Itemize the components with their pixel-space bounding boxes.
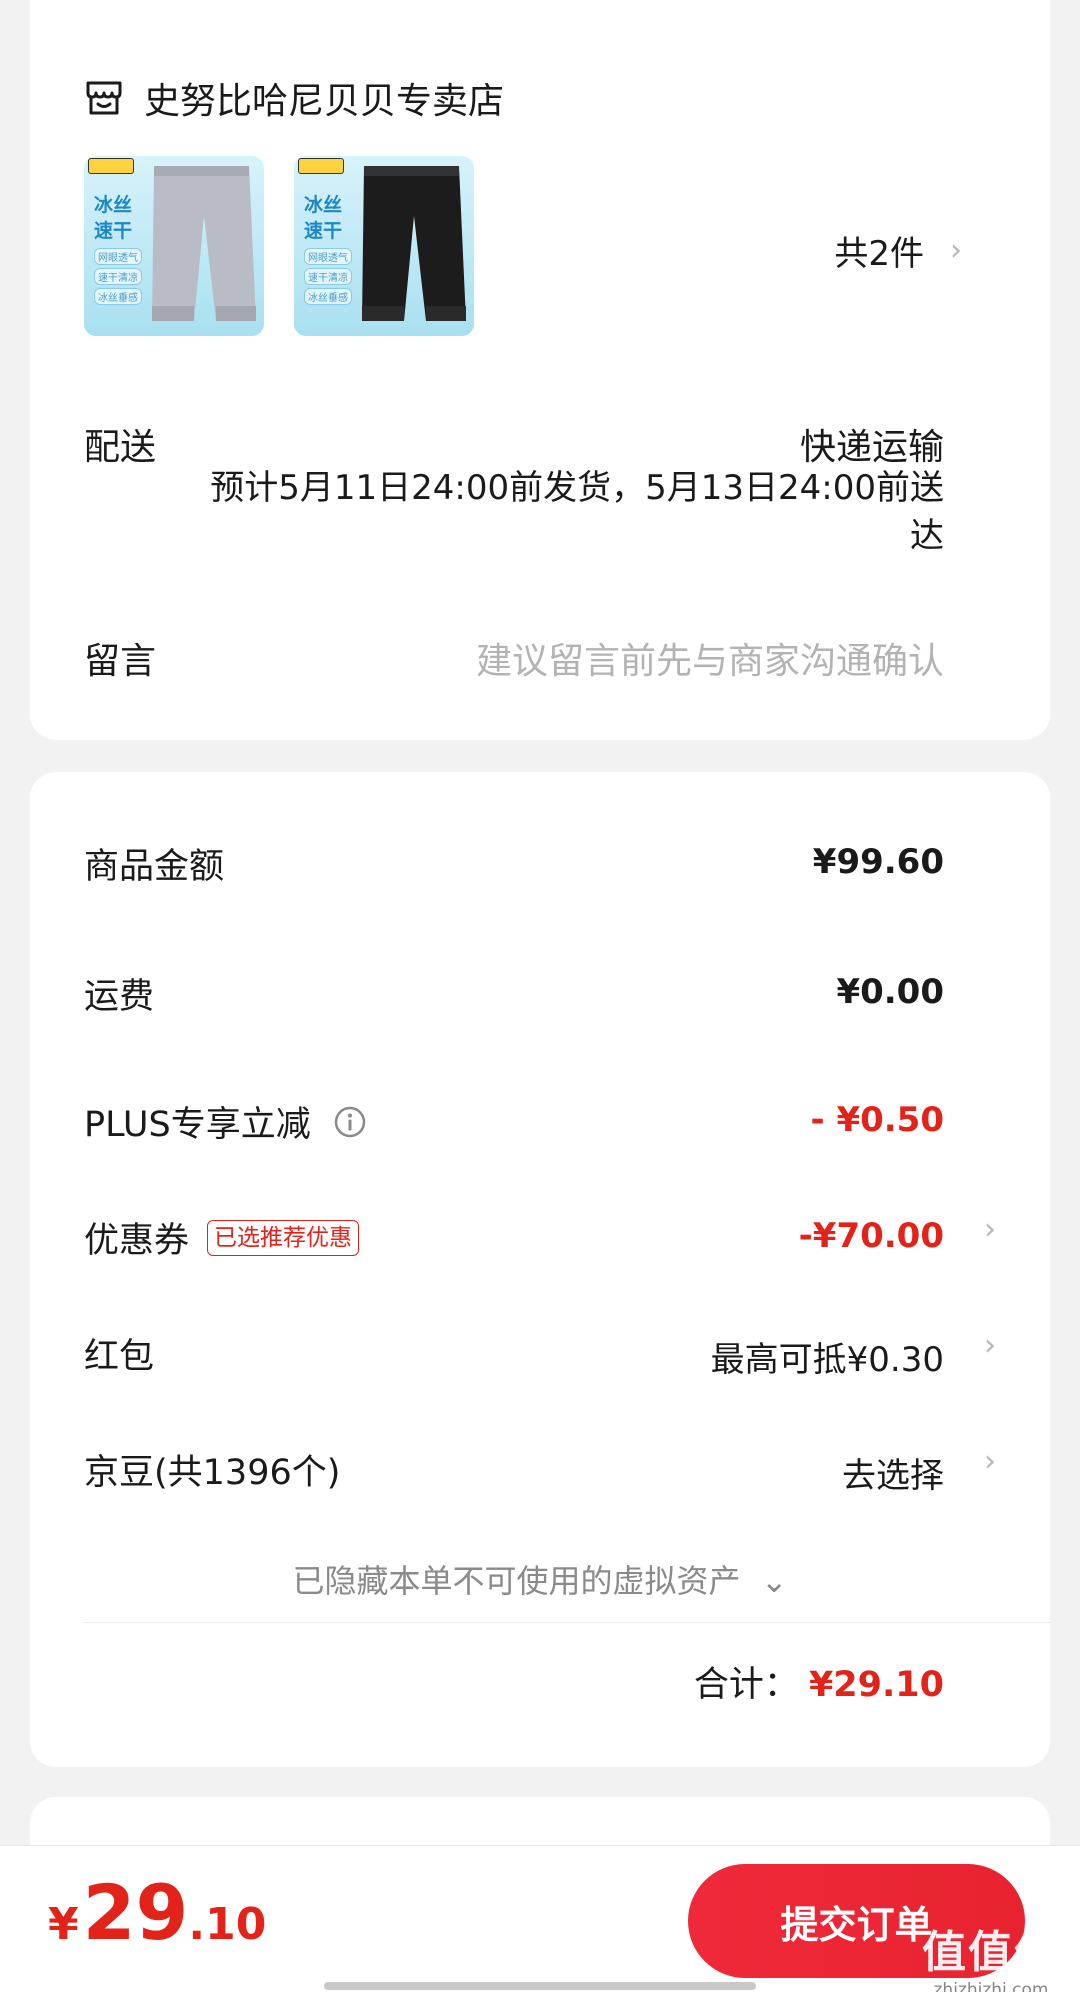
goods-amount-value: ¥99.60 [812,842,944,882]
store-icon [86,81,122,115]
plus-discount-row: PLUS专享立减 [84,1096,367,1147]
hidden-assets-text: 已隐藏本单不可使用的虚拟资产 [292,1562,741,1600]
item-count-link[interactable]: 共2件 › [834,226,962,275]
message-label: 留言 [84,641,157,682]
price-decimal: .10 [188,1899,267,1950]
total-amount: ¥29.10 [808,1665,944,1705]
delivery-method[interactable]: 快递运输 [800,418,944,470]
red-packet-label: 红包 [84,1337,155,1377]
product-thumbnail[interactable]: 冰丝速干 网眼透气 速干清凉 冰丝垂感 [294,156,474,336]
plus-discount-label: PLUS专享立减 [84,1105,311,1145]
price-integer: 29 [82,1868,189,1957]
brand-logo [298,158,344,174]
watermark: 值值值 zhizhizhi.com [922,1916,1060,1992]
divider [84,1622,1050,1623]
watermark-logo: 值值值 [922,1927,1060,1978]
chevron-down-icon: ⌄ [760,1562,788,1600]
bottom-action-bar: ¥ 29 .10 提交订单 值值值 zhizhizhi.com [0,1845,1080,1992]
currency-symbol: ¥ [48,1899,79,1950]
order-card: 史努比哈尼贝贝专卖店 冰丝速干 网眼透气 速干清凉 冰丝垂感 冰丝速干 网眼透气 [30,0,1050,740]
bottom-total-price: ¥ 29 .10 [48,1868,266,1957]
total-label: 合计： [693,1665,799,1705]
shipping-label: 运费 [84,977,155,1017]
jingdou-select[interactable]: 去选择 [842,1448,944,1497]
coupon-row[interactable]: 优惠券 已选推荐优惠 [84,1212,360,1263]
delivery-label: 配送 [84,427,157,468]
product-thumbnail[interactable]: 冰丝速干 网眼透气 速干清凉 冰丝垂感 [84,156,264,336]
jingdou-label: 京豆(共1396个) [84,1453,341,1493]
product-thumbnails[interactable]: 冰丝速干 网眼透气 速干清凉 冰丝垂感 冰丝速干 网眼透气 速干清凉 冰丝垂感 [84,156,474,336]
coupon-badge: 已选推荐优惠 [207,1219,360,1256]
item-count: 共2件 [834,234,924,274]
coupon-label: 优惠券 [84,1221,190,1261]
home-indicator[interactable] [324,1982,756,1990]
delivery-estimate: 预计5月11日24:00前发货，5月13日24:00前送达 [210,468,944,556]
order-confirm-page: 史努比哈尼贝贝专卖店 冰丝速干 网眼透气 速干清凉 冰丝垂感 冰丝速干 网眼透气 [0,0,1080,1992]
brand-logo [88,158,134,174]
chevron-right-icon: › [950,233,962,268]
coupon-value[interactable]: -¥70.00 [799,1216,944,1256]
message-input[interactable]: 建议留言前先与商家沟通确认 [476,632,944,684]
watermark-site: zhizhizhi.com [933,1980,1049,1992]
red-packet-value[interactable]: 最高可抵¥0.30 [711,1332,944,1381]
store-row[interactable]: 史努比哈尼贝贝专卖店 [84,72,504,124]
chevron-right-icon[interactable]: › [984,1444,996,1479]
chevron-right-icon[interactable]: › [984,1212,996,1247]
pants-image [362,166,466,321]
shipping-value: ¥0.00 [836,972,944,1012]
price-summary-card: 商品金额 ¥99.60 运费 ¥0.00 PLUS专享立减 - ¥0.50 优惠… [30,772,1050,1767]
goods-amount-label: 商品金额 [84,847,225,887]
chevron-right-icon[interactable]: › [984,1328,996,1363]
store-name: 史努比哈尼贝贝专卖店 [144,81,505,122]
hidden-assets-toggle[interactable]: 已隐藏本单不可使用的虚拟资产 ⌄ [30,1556,1050,1602]
total-row: 合计： ¥29.10 [694,1656,944,1707]
plus-discount-value: - ¥0.50 [810,1100,945,1140]
info-icon[interactable] [333,1105,367,1139]
pants-image [152,166,256,321]
